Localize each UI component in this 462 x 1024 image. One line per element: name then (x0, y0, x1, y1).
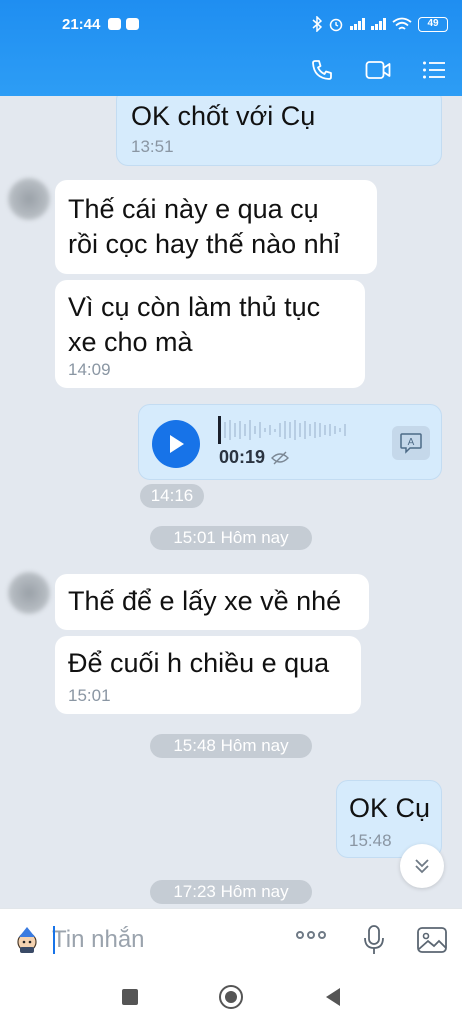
battery-indicator: 49 (418, 16, 448, 32)
gallery-button[interactable] (416, 925, 448, 955)
message-bubble-received[interactable]: Thế để e lấy xe về nhé (55, 574, 369, 630)
status-bar: 21:44 49 (0, 0, 462, 48)
message-text: Thế để e lấy xe về nhé (68, 586, 342, 616)
bluetooth-icon (312, 16, 322, 32)
back-button[interactable] (320, 984, 346, 1010)
voice-waveform[interactable] (218, 416, 346, 444)
app-header: 21:44 49 (0, 0, 462, 96)
message-time: 15:48 (349, 831, 392, 850)
message-bubble-received[interactable]: Để cuối h chiều e qua 15:01 (55, 636, 361, 714)
message-input[interactable] (52, 923, 272, 957)
more-options-button[interactable] (296, 931, 326, 939)
svg-text:A: A (408, 437, 415, 448)
signal-icon (350, 18, 365, 30)
avatar[interactable] (8, 572, 50, 614)
square-icon (122, 989, 138, 1005)
play-button[interactable] (152, 420, 200, 468)
voice-duration: 00:19 (219, 447, 266, 467)
message-text: Để cuối h chiều e qua (68, 648, 330, 678)
alarm-icon (329, 18, 343, 32)
signal-icon-2 (371, 18, 386, 30)
message-bubble-received[interactable]: Vì cụ còn làm thủ tục xe cho mà 14:09 (55, 280, 365, 388)
message-time: 14:09 (68, 360, 111, 379)
header-actions (294, 48, 462, 92)
status-time: 21:44 (62, 16, 101, 33)
wifi-icon (392, 17, 412, 30)
transcribe-button[interactable]: A (392, 426, 430, 460)
menu-button[interactable] (406, 48, 462, 92)
text-caret (53, 926, 55, 954)
video-call-button[interactable] (350, 48, 406, 92)
avatar[interactable] (8, 178, 50, 220)
circle-icon (219, 985, 243, 1009)
message-text: Thế cái này e qua cụ rồi cọc hay thế nào… (68, 194, 340, 259)
time-divider: 15:48 Hôm nay (150, 734, 312, 758)
chat-area[interactable]: OK chốt với Cụ 13:51 Thế cái này e qua c… (0, 96, 462, 908)
image-icon (417, 927, 447, 953)
youtube-notification-icon (126, 18, 139, 30)
time-divider: 17:23 Hôm nay (150, 880, 312, 904)
recents-button[interactable] (117, 984, 143, 1010)
home-button[interactable] (218, 984, 244, 1010)
call-button[interactable] (294, 48, 350, 92)
message-time: 13:51 (131, 137, 174, 156)
message-text: OK chốt với Cụ (131, 101, 316, 131)
voice-record-button[interactable] (360, 923, 388, 957)
double-chevron-down-icon (415, 859, 429, 874)
message-text: Vì cụ còn làm thủ tục xe cho mà (68, 292, 321, 357)
system-navigation-bar (0, 970, 462, 1024)
voice-duration-row: 00:19 (219, 447, 290, 468)
sticker-button[interactable] (12, 925, 42, 955)
play-icon (170, 435, 184, 453)
microphone-icon (364, 925, 384, 954)
sticker-icon (17, 927, 37, 953)
message-input-bar (0, 908, 462, 970)
speech-to-text-icon: A (400, 433, 422, 454)
zalo-notification-icon (108, 18, 121, 30)
listened-off-icon (271, 451, 290, 464)
scroll-to-bottom-button[interactable] (400, 844, 444, 888)
status-indicators: 49 (312, 14, 448, 34)
video-call-icon (365, 61, 391, 79)
message-time-badge: 14:16 (140, 484, 204, 508)
triangle-back-icon (326, 988, 340, 1006)
time-divider: 15:01 Hôm nay (150, 526, 312, 550)
phone-icon (312, 60, 332, 80)
message-time: 15:01 (68, 686, 111, 705)
message-text: OK Cụ (349, 793, 431, 823)
message-bubble-received[interactable]: Thế cái này e qua cụ rồi cọc hay thế nào… (55, 180, 377, 274)
message-bubble-sent[interactable]: OK chốt với Cụ 13:51 (116, 96, 442, 166)
list-icon (423, 61, 445, 79)
